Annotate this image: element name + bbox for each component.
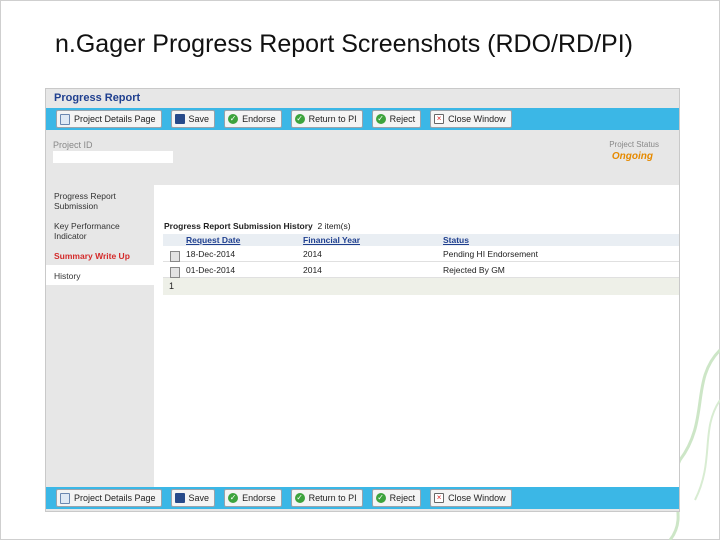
row-financial-year: 2014 xyxy=(303,248,322,259)
return-to-pi-button[interactable]: ✓ Return to PI xyxy=(290,489,363,507)
table-row[interactable]: 01-Dec-2014 2014 Rejected By GM xyxy=(163,262,679,278)
project-info: Project ID Project Status Ongoing xyxy=(46,130,679,185)
header-status[interactable]: Status xyxy=(443,234,643,246)
sidebar-item-progress-report-submission[interactable]: Progress Report Submission xyxy=(46,185,154,215)
disk-icon xyxy=(174,114,185,124)
row-request-date: 18-Dec-2014 xyxy=(163,249,303,262)
project-details-button[interactable]: Project Details Page xyxy=(56,110,162,128)
check-icon: ✓ xyxy=(228,493,239,503)
row-request-date: 01-Dec-2014 xyxy=(163,265,303,278)
close-window-button[interactable]: × Close Window xyxy=(430,489,512,507)
project-status-label: Project Status xyxy=(609,140,659,149)
endorse-button[interactable]: ✓ Endorse xyxy=(224,489,282,507)
page-number[interactable]: 1 xyxy=(169,281,174,291)
document-icon[interactable] xyxy=(170,266,180,278)
table-header: Request Date Financial Year Status xyxy=(163,234,679,246)
sidebar: Progress Report Submission Key Performan… xyxy=(46,185,154,487)
disk-icon xyxy=(174,493,185,503)
row-status: Pending HI Endorsement xyxy=(443,248,538,259)
page-icon xyxy=(60,113,70,125)
pager: 1 xyxy=(163,278,679,295)
history-title-text: Progress Report Submission History xyxy=(164,221,313,231)
page-icon xyxy=(60,492,70,504)
return-to-pi-button[interactable]: ✓ Return to PI xyxy=(290,110,363,128)
check-icon: ✓ xyxy=(294,114,305,124)
slide-title: n.Gager Progress Report Screenshots (RDO… xyxy=(55,30,633,58)
table-row[interactable]: 18-Dec-2014 2014 Pending HI Endorsement xyxy=(163,246,679,262)
history-count: 2 item(s) xyxy=(317,221,351,231)
project-status-value: Ongoing xyxy=(611,151,653,162)
sidebar-item-summary-write-up[interactable]: Summary Write Up xyxy=(46,245,154,265)
check-icon: ✓ xyxy=(228,114,239,124)
header-financial-year[interactable]: Financial Year xyxy=(303,234,443,246)
document-icon[interactable] xyxy=(170,250,180,262)
toolbar-top: Project Details Page Save ✓ Endorse ✓ Retu… xyxy=(46,108,679,130)
check-icon: ✓ xyxy=(375,114,386,124)
row-financial-year: 2014 xyxy=(303,264,322,275)
project-id-label: Project ID xyxy=(53,140,93,150)
close-window-button[interactable]: × Close Window xyxy=(430,110,512,128)
reject-button[interactable]: ✓ Reject xyxy=(371,489,422,507)
history-title: Progress Report Submission History 2 ite… xyxy=(164,221,351,231)
check-icon: ✓ xyxy=(294,493,305,503)
endorse-button[interactable]: ✓ Endorse xyxy=(224,110,282,128)
header-request-date[interactable]: Request Date xyxy=(163,234,303,246)
save-button[interactable]: Save xyxy=(170,110,216,128)
save-button[interactable]: Save xyxy=(170,489,216,507)
app-header-title: Progress Report xyxy=(46,89,679,108)
reject-button[interactable]: ✓ Reject xyxy=(371,110,422,128)
project-details-button[interactable]: Project Details Page xyxy=(56,489,162,507)
check-icon: ✓ xyxy=(375,493,386,503)
sidebar-item-key-performance-indicator[interactable]: Key Performance Indicator xyxy=(46,215,154,245)
app-window: Progress Report Project Details Page Sav… xyxy=(45,88,680,512)
row-status: Rejected By GM xyxy=(443,264,505,275)
sidebar-item-history[interactable]: History xyxy=(46,265,154,285)
close-icon: × xyxy=(434,114,445,124)
toolbar-bottom: Project Details Page Save ✓ Endorse ✓ Retu… xyxy=(46,487,679,509)
history-table: Request Date Financial Year Status 18-De… xyxy=(163,234,679,295)
history-panel: Progress Report Submission History 2 ite… xyxy=(154,185,679,487)
project-id-field[interactable] xyxy=(53,151,173,163)
close-icon: × xyxy=(434,493,445,503)
